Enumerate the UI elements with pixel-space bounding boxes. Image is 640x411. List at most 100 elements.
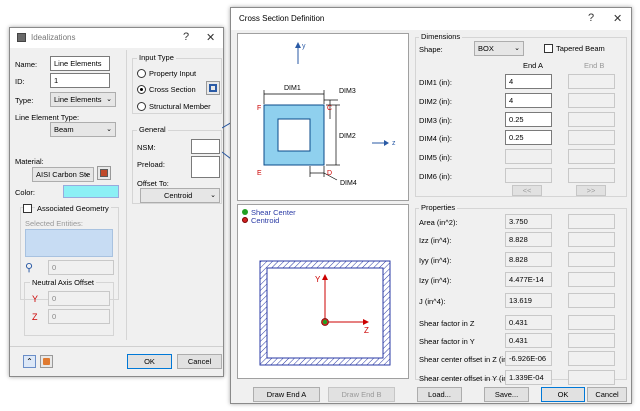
cancel-button[interactable]: Cancel [177,354,222,369]
iyy-end-b-value [568,252,615,267]
selected-entities-label: Selected Entities: [25,219,83,228]
property-input-radio[interactable] [137,69,146,78]
ok-button[interactable]: OK [127,354,172,369]
cross-section-label: Cross Section [149,85,196,94]
axis-y-label: y [302,43,306,50]
material-select[interactable]: AISI Carbon Ste ⌄ [32,167,94,182]
copy-to-b-button[interactable]: >> [576,185,606,196]
axis-z-label: z [392,140,396,147]
line-type-select[interactable]: Beam ⌄ [50,122,116,137]
dim2-end-b-field [568,93,615,108]
z-offset-label: Z [32,312,38,322]
id-field[interactable]: 1 [50,73,110,88]
input-type-label: Input Type [137,53,176,62]
dimensions-label: Dimensions [419,32,463,41]
settings-button[interactable] [40,355,53,368]
shear-factor-z-label: Shear factor in Z [419,319,475,328]
dim2-end-a-field[interactable]: 4 [505,93,552,108]
preload-field[interactable] [191,156,220,178]
area-end-b-value [568,214,615,229]
color-label: Color: [15,188,36,197]
help-icon[interactable]: ? [588,12,594,24]
shear-center-offset-z-end-a-value: -6.926E-06 [505,351,552,366]
plot-y-axis [322,274,328,322]
dim4-end-a-field[interactable]: 0.25 [505,130,552,145]
dim5-row-label: DIM5 (in): [419,153,452,162]
section-plot-panel: Shear Center Centroid Y Z [237,204,409,379]
shape-label: Shape: [419,45,443,54]
dim4-row-label: DIM4 (in): [419,134,452,143]
tapered-beam-label: Tapered Beam [556,44,605,53]
dim6-end-b-field [568,168,615,183]
cross-section-dialog: Cross Section Definition ? ✕ y z DIM1 DI… [230,7,632,404]
offset-to-value: Centroid [164,191,193,200]
dim2-row-label: DIM2 (in): [419,97,452,106]
izz-end-b-value [568,232,615,247]
y-axis-arrow [295,42,301,64]
shape-select[interactable]: BOX ⌄ [474,41,524,56]
library-icon [100,169,108,177]
save-button[interactable]: Save... [484,387,529,402]
bottom-divider [10,346,223,347]
associated-geometry-checkbox[interactable] [23,204,32,213]
izy-end-b-value [568,272,615,287]
entity-count-field: 0 [48,260,114,275]
dim6-row-label: DIM6 (in): [419,172,452,181]
draw-end-a-button[interactable]: Draw End A [253,387,320,402]
material-library-button[interactable] [97,166,111,180]
close-icon[interactable]: ✕ [206,31,215,44]
section-sketch-panel: y z DIM1 DIM3 DIM2 DIM4 F C E D [237,33,409,201]
column-divider [126,50,127,340]
shear-center-offset-y-end-a-value: 1.339E-04 [505,370,552,385]
point-f-label: F [257,105,261,112]
ok-button[interactable]: OK [541,387,585,402]
j-label: J (in^4): [419,297,446,306]
cross-section-edit-button[interactable] [206,81,220,95]
collapse-button[interactable]: ⌃ [23,355,36,368]
dim3-end-a-field[interactable]: 0.25 [505,112,552,127]
pick-entities-icon[interactable]: ⚲ [25,261,33,274]
cancel-button[interactable]: Cancel [587,387,627,402]
close-icon[interactable]: ✕ [613,12,622,25]
app-icon [17,33,26,42]
y-offset-label: Y [32,294,39,304]
associated-geometry-label: Associated Geometry [35,204,111,213]
load-button[interactable]: Load... [417,387,462,402]
help-icon[interactable]: ? [183,31,189,43]
chevron-down-icon: ⌄ [210,192,216,199]
z-axis-arrow [372,140,389,146]
settings-icon [43,358,50,365]
chevron-down-icon: ⌄ [514,45,520,52]
dim4-end-b-field [568,130,615,145]
dialog-title: Idealizations [31,33,76,42]
dim6-end-a-field [505,168,552,183]
copy-to-a-button[interactable]: << [512,185,542,196]
dialog-title: Cross Section Definition [239,14,325,23]
cross-section-radio[interactable] [137,85,146,94]
section-plot: Y Z [259,260,391,366]
dim3-label: DIM3 [339,88,356,95]
dim5-end-a-field [505,149,552,164]
chevron-down-icon: ⌄ [106,96,112,103]
structural-member-radio[interactable] [137,102,146,111]
dim3-row-label: DIM3 (in): [419,116,452,125]
dim1-end-b-field [568,74,615,89]
tapered-beam-checkbox[interactable] [544,44,553,53]
draw-end-b-button[interactable]: Draw End B [328,387,395,402]
general-label: General [137,125,168,134]
offset-to-select[interactable]: Centroid ⌄ [140,188,220,203]
dim1-end-a-field[interactable]: 4 [505,74,552,89]
shear-center-offset-z-end-b-value [568,351,615,366]
properties-label: Properties [419,203,458,212]
izz-label: Izz (in^4): [419,236,452,245]
nsm-field[interactable] [191,139,220,154]
z-offset-field: 0 [48,309,110,324]
point-c-label: C [327,105,332,112]
end-a-header: End A [523,61,544,70]
selected-entities-list[interactable] [25,229,113,257]
type-select[interactable]: Line Elements ⌄ [50,92,116,107]
name-field[interactable]: Line Elements [50,56,110,71]
line-type-value: Beam [54,125,74,134]
color-swatch[interactable] [63,185,119,198]
shear-factor-y-label: Shear factor in Y [419,337,475,346]
